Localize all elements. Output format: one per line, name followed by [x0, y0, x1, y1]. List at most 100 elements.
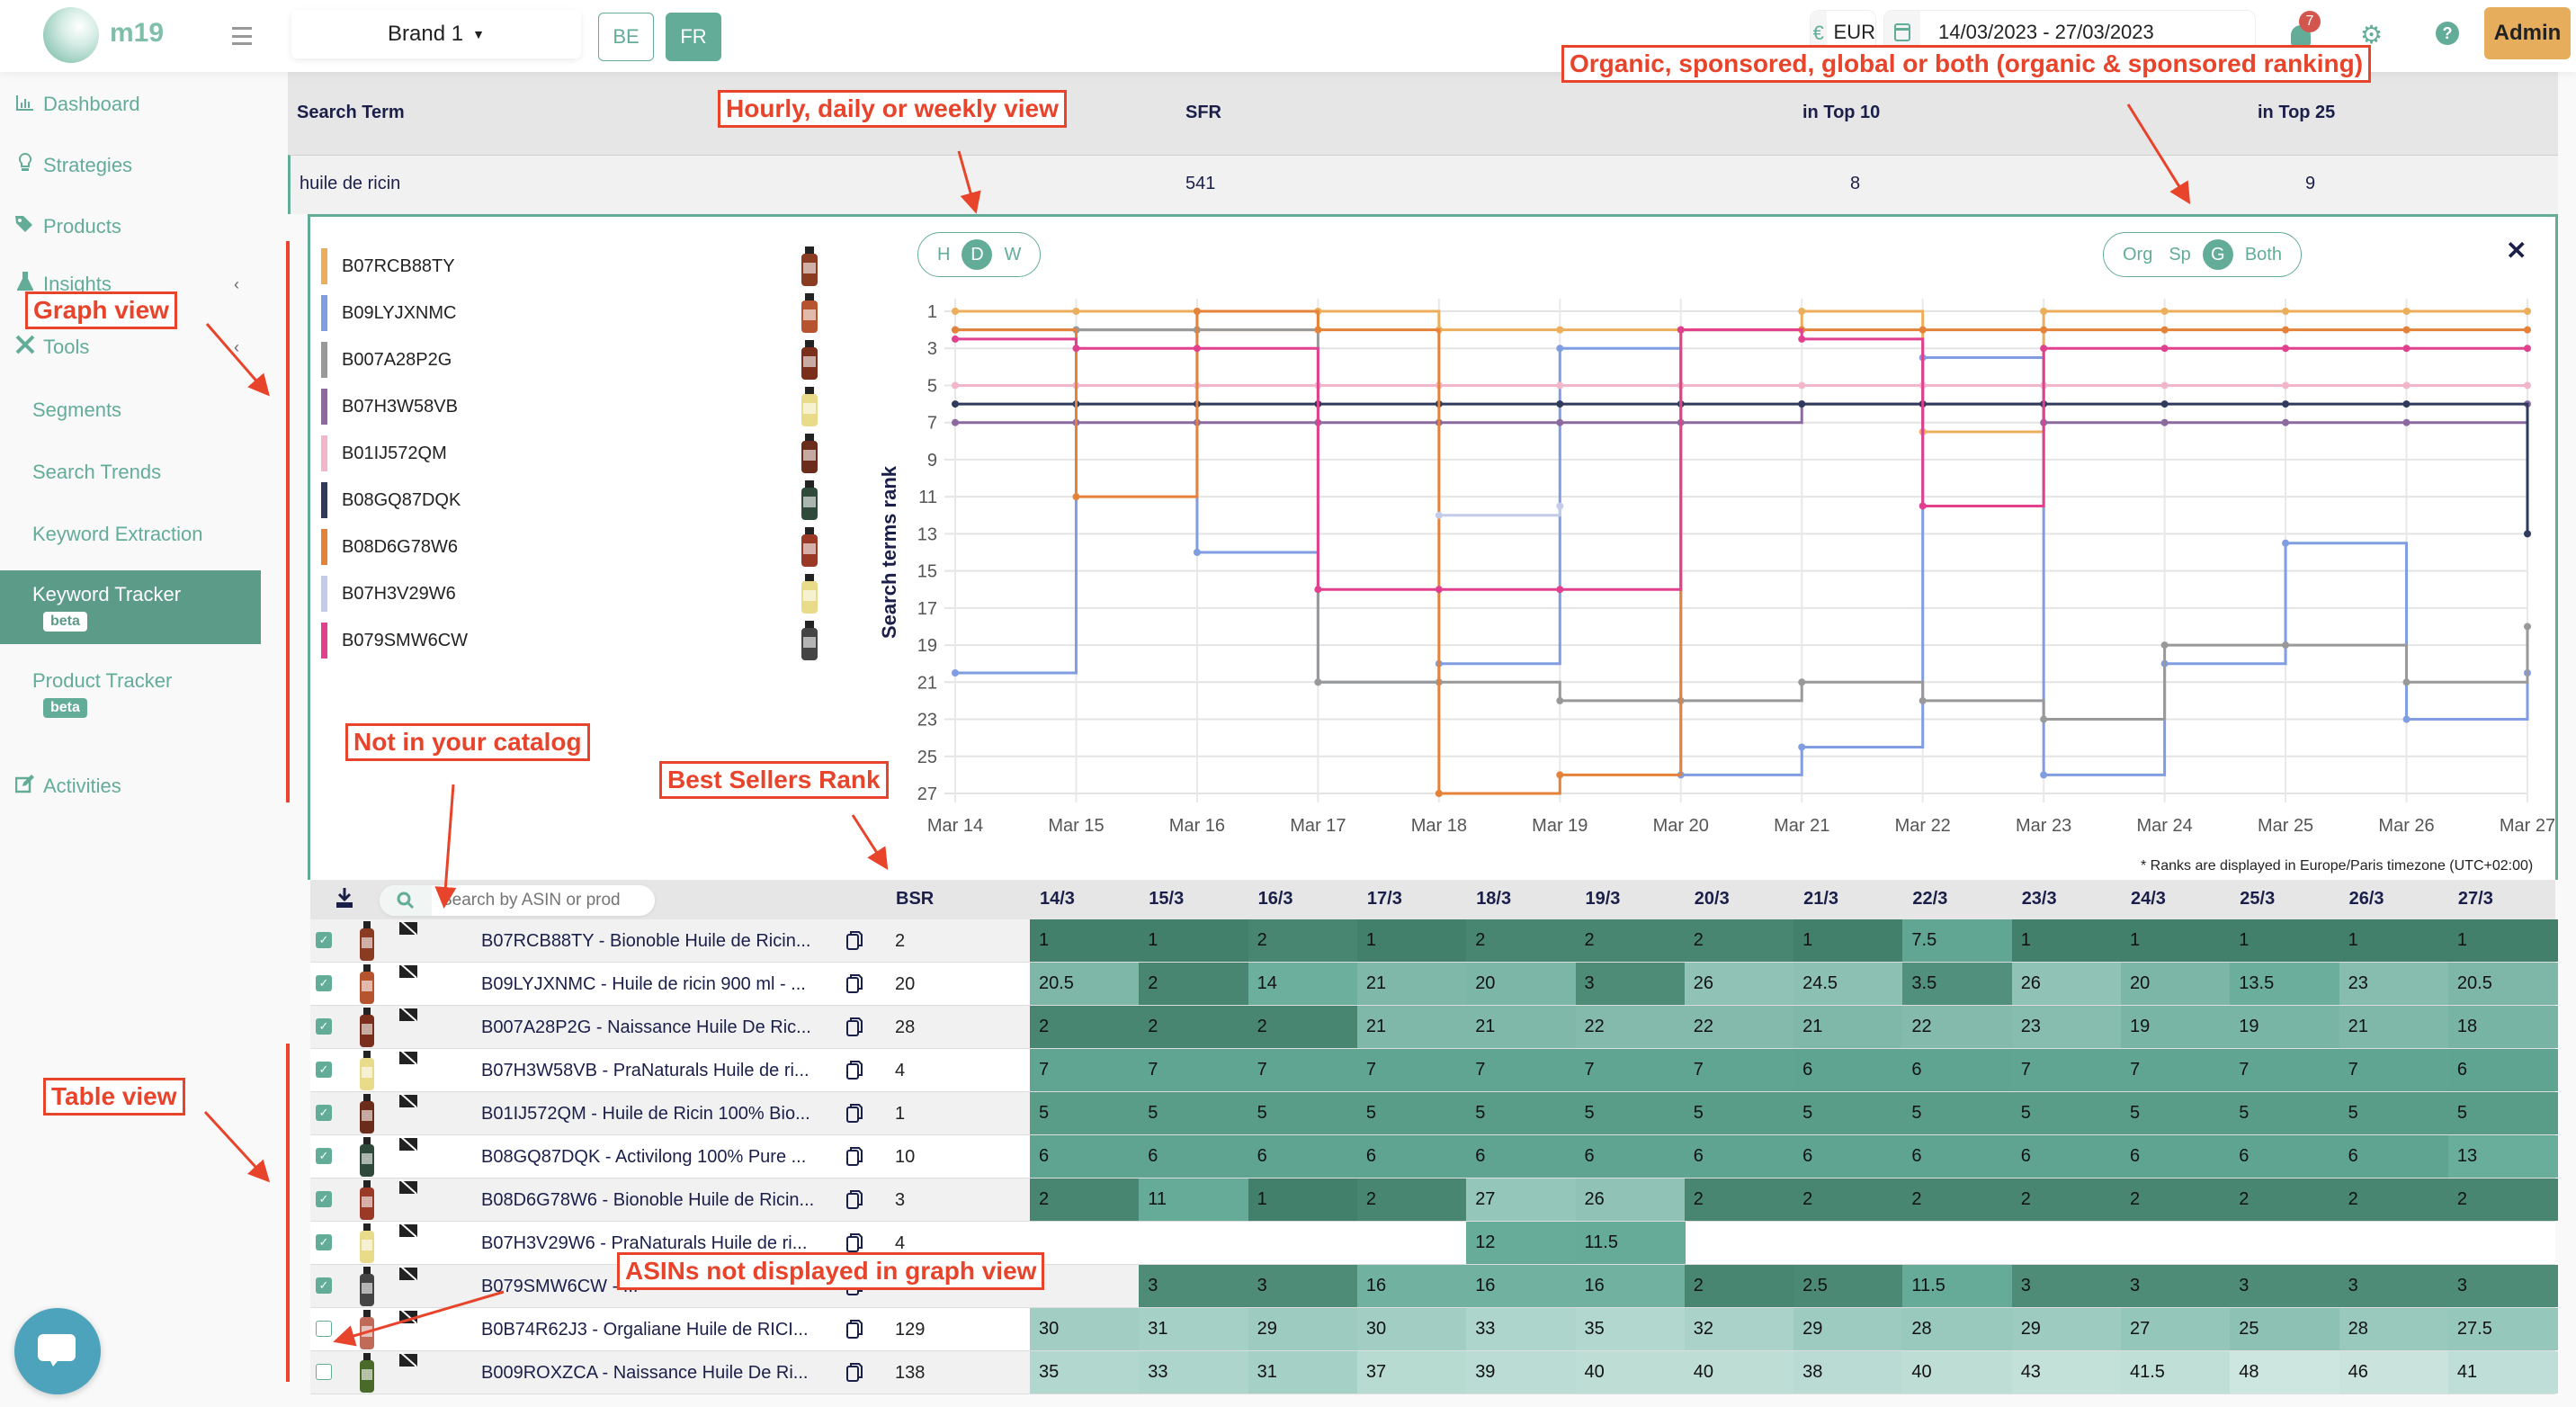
- logo-icon[interactable]: [43, 7, 99, 63]
- date-column-header[interactable]: 15/3: [1149, 889, 1184, 910]
- sidebar-item-strategies[interactable]: Strategies: [0, 148, 261, 184]
- legend-item[interactable]: B007A28P2G: [321, 342, 452, 378]
- date-column-header[interactable]: 14/3: [1040, 889, 1075, 910]
- sfr-header[interactable]: SFR: [1185, 103, 1221, 123]
- marketplace-be-button[interactable]: BE: [598, 13, 654, 61]
- legend-item[interactable]: B07H3W58VB: [321, 389, 458, 425]
- sidebar-item-keyword-tracker[interactable]: Keyword Tracker beta: [0, 570, 261, 644]
- product-name[interactable]: B07H3W58VB - PraNaturals Huile de ri...: [481, 1061, 809, 1081]
- search-term-header[interactable]: Search Term: [297, 103, 405, 123]
- row-checkbox[interactable]: ✓: [316, 1062, 332, 1078]
- row-checkbox[interactable]: ✓: [316, 1148, 332, 1164]
- row-checkbox[interactable]: ✓: [316, 1234, 332, 1250]
- copy-icon[interactable]: [846, 1189, 863, 1209]
- table-row[interactable]: ✓ B07H3W58VB - PraNaturals Huile de ri...…: [310, 1049, 2558, 1092]
- row-checkbox[interactable]: ✓: [316, 1191, 332, 1207]
- date-column-header[interactable]: 21/3: [1803, 889, 1838, 910]
- date-column-header[interactable]: 20/3: [1695, 889, 1730, 910]
- product-name[interactable]: B07RCB88TY - Bionoble Huile de Ricin...: [481, 931, 810, 952]
- copy-icon[interactable]: [846, 973, 863, 993]
- product-name[interactable]: B079SMW6CW - ...: [481, 1277, 638, 1297]
- date-column-header[interactable]: 26/3: [2349, 889, 2384, 910]
- top25-header[interactable]: in Top 25: [2258, 103, 2335, 123]
- date-column-header[interactable]: 23/3: [2022, 889, 2057, 910]
- download-icon[interactable]: [335, 887, 353, 909]
- granularity-hourly[interactable]: H: [937, 245, 950, 265]
- product-name[interactable]: B07H3V29W6 - PraNaturals Huile de ri...: [481, 1233, 807, 1254]
- table-row[interactable]: ✓ B09LYJXNMC - Huile de ricin 900 ml - ..…: [310, 963, 2558, 1006]
- product-name[interactable]: B007A28P2G - Naissance Huile De Ric...: [481, 1017, 811, 1038]
- row-checkbox[interactable]: [316, 1321, 332, 1337]
- brand-select[interactable]: Brand 1 ▼: [291, 10, 581, 58]
- ranking-both[interactable]: Both: [2245, 245, 2282, 265]
- product-name[interactable]: B01IJ572QM - Huile de Ricin 100% Bio...: [481, 1104, 810, 1125]
- sidebar-item-keyword-extraction[interactable]: Keyword Extraction: [0, 516, 261, 552]
- ranking-sponsored[interactable]: Sp: [2169, 245, 2190, 265]
- table-row[interactable]: ✓ B01IJ572QM - Huile de Ricin 100% Bio...…: [310, 1092, 2558, 1135]
- sidebar-item-product-tracker[interactable]: Product Tracker beta: [0, 657, 261, 730]
- row-checkbox[interactable]: ✓: [316, 932, 332, 948]
- table-row[interactable]: ✓ B08GQ87DQK - Activilong 100% Pure ... 10…: [310, 1135, 2558, 1178]
- row-checkbox[interactable]: ✓: [316, 1018, 332, 1035]
- legend-item[interactable]: B09LYJXNMC: [321, 295, 456, 331]
- row-checkbox[interactable]: [316, 1364, 332, 1380]
- sidebar-item-tools[interactable]: Tools ‹: [0, 329, 261, 365]
- sidebar-item-activities[interactable]: Activities: [0, 768, 261, 804]
- granularity-weekly[interactable]: W: [1004, 245, 1021, 265]
- date-column-header[interactable]: 22/3: [1912, 889, 1947, 910]
- date-column-header[interactable]: 24/3: [2131, 889, 2166, 910]
- row-checkbox[interactable]: ✓: [316, 975, 332, 991]
- date-column-header[interactable]: 18/3: [1476, 889, 1511, 910]
- rank-cell: [1030, 1222, 1140, 1264]
- search-term-row[interactable]: huile de ricin 541 8 9: [288, 155, 2558, 214]
- legend-item[interactable]: B079SMW6CW: [321, 623, 468, 659]
- asin-search-input[interactable]: [441, 891, 648, 910]
- row-checkbox[interactable]: ✓: [316, 1105, 332, 1121]
- product-name[interactable]: B09LYJXNMC - Huile de ricin 900 ml - ...: [481, 974, 806, 995]
- product-name[interactable]: B009ROXZCA - Naissance Huile De Ri...: [481, 1363, 808, 1384]
- product-name[interactable]: B0B74R62J3 - Orgaliane Huile de RICI...: [481, 1320, 809, 1340]
- product-name[interactable]: B08D6G78W6 - Bionoble Huile de Ricin...: [481, 1190, 814, 1211]
- copy-icon[interactable]: [846, 1232, 863, 1252]
- data-point: [1677, 326, 1685, 334]
- legend-item[interactable]: B07RCB88TY: [321, 248, 455, 284]
- ranking-global[interactable]: G: [2202, 239, 2233, 270]
- close-graph-icon[interactable]: ✕: [2506, 236, 2527, 265]
- table-row[interactable]: ✓ B07RCB88TY - Bionoble Huile de Ricin...…: [310, 919, 2558, 963]
- legend-item[interactable]: B08D6G78W6: [321, 529, 458, 565]
- copy-icon[interactable]: [846, 1146, 863, 1166]
- copy-icon[interactable]: [846, 1017, 863, 1036]
- marketplace-fr-button[interactable]: FR: [666, 13, 721, 61]
- product-name[interactable]: B08GQ87DQK - Activilong 100% Pure ...: [481, 1147, 806, 1168]
- table-row[interactable]: ✓ B007A28P2G - Naissance Huile De Ric... 2…: [310, 1006, 2558, 1049]
- date-column-header[interactable]: 17/3: [1367, 889, 1402, 910]
- top10-header[interactable]: in Top 10: [1802, 103, 1880, 123]
- table-row[interactable]: B0B74R62J3 - Orgaliane Huile de RICI... 1…: [310, 1308, 2558, 1351]
- table-row[interactable]: ✓ B08D6G78W6 - Bionoble Huile de Ricin...…: [310, 1178, 2558, 1222]
- row-checkbox[interactable]: ✓: [316, 1277, 332, 1294]
- date-column-header[interactable]: 16/3: [1258, 889, 1293, 910]
- help-icon[interactable]: ?: [2436, 22, 2459, 45]
- legend-item[interactable]: B08GQ87DQK: [321, 482, 461, 518]
- copy-icon[interactable]: [846, 930, 863, 950]
- legend-item[interactable]: B01IJ572QM: [321, 435, 447, 471]
- date-column-header[interactable]: 19/3: [1586, 889, 1621, 910]
- chat-button[interactable]: [14, 1308, 101, 1394]
- menu-toggle-icon[interactable]: [232, 27, 252, 45]
- sidebar-item-segments[interactable]: Segments: [0, 392, 261, 428]
- ranking-organic[interactable]: Org: [2123, 245, 2152, 265]
- admin-button[interactable]: Admin: [2484, 7, 2571, 59]
- copy-icon[interactable]: [846, 1319, 863, 1339]
- granularity-daily[interactable]: D: [962, 239, 993, 270]
- table-row[interactable]: B009ROXZCA - Naissance Huile De Ri... 138…: [310, 1351, 2558, 1394]
- bsr-header[interactable]: BSR: [896, 889, 934, 910]
- date-column-header[interactable]: 25/3: [2240, 889, 2275, 910]
- sidebar-item-dashboard[interactable]: Dashboard: [0, 86, 261, 122]
- legend-item[interactable]: B07H3V29W6: [321, 576, 456, 612]
- copy-icon[interactable]: [846, 1060, 863, 1080]
- sidebar-item-search-trends[interactable]: Search Trends: [0, 454, 261, 490]
- copy-icon[interactable]: [846, 1362, 863, 1382]
- date-column-header[interactable]: 27/3: [2458, 889, 2493, 910]
- sidebar-item-products[interactable]: Products: [0, 209, 261, 245]
- copy-icon[interactable]: [846, 1103, 863, 1123]
